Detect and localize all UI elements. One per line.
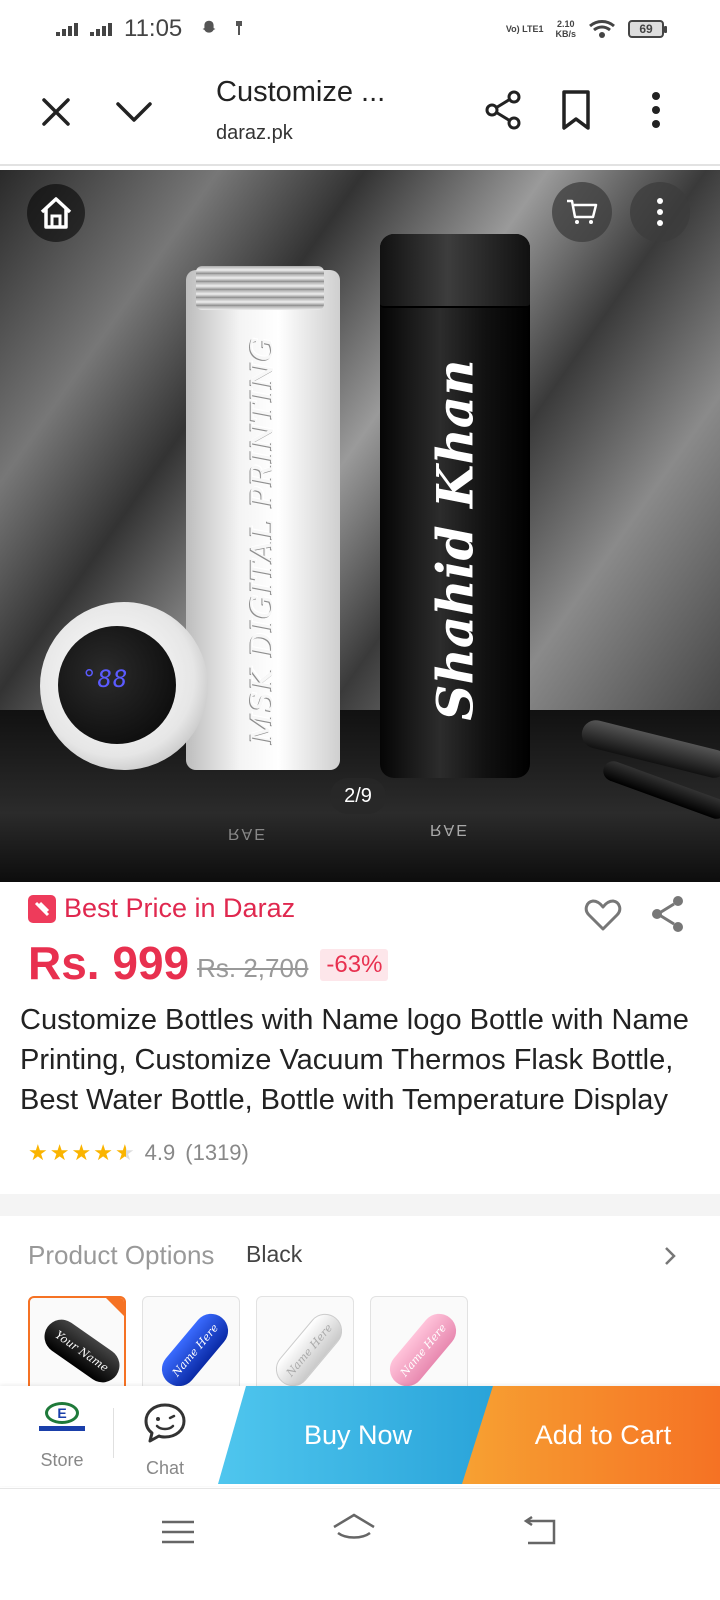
variant-bottle-image: Your Name — [37, 1312, 124, 1390]
store-logo-bar — [39, 1425, 85, 1431]
rating-value: 4.9 — [144, 1140, 176, 1165]
speed-unit: KB/s — [555, 29, 576, 39]
cart-icon — [567, 199, 598, 224]
home-icon — [40, 197, 72, 229]
speed-value: 2.10 — [556, 19, 575, 29]
white-bottle-rim — [196, 266, 324, 310]
back-icon[interactable] — [520, 1515, 558, 1547]
black-bottle-cap — [380, 234, 530, 308]
snapchat-icon — [202, 20, 216, 33]
system-nav-bar — [0, 1488, 720, 1600]
data-speed: 2.10 KB/s — [555, 19, 576, 39]
star-icon: ★ — [28, 1140, 48, 1165]
price-tag-icon — [28, 894, 56, 923]
lid-temperature-readout: °88 — [82, 665, 129, 693]
more-vertical-icon — [657, 198, 663, 226]
chevron-down-icon[interactable] — [112, 90, 156, 134]
best-price-badge: Best Price in Daraz — [28, 893, 295, 924]
selected-corner-marker — [106, 1298, 124, 1316]
close-icon[interactable] — [34, 90, 78, 134]
rating-row[interactable]: ★ ★ ★ ★ ★ 4.9 (1319) — [28, 1140, 249, 1166]
bookmark-icon[interactable] — [556, 88, 596, 132]
variant-thumbnails: Your Name Name Here Name Here Name Here — [28, 1296, 468, 1394]
cart-button[interactable] — [552, 182, 612, 242]
home-nav-icon[interactable] — [330, 1511, 378, 1547]
current-price: Rs. 999 — [28, 937, 190, 989]
action-separator — [113, 1408, 114, 1458]
rating-count: (1319) — [185, 1140, 249, 1165]
share-icon[interactable] — [648, 894, 688, 934]
signal-icon-2 — [90, 22, 112, 36]
best-price-label: Best Price in Daraz — [64, 893, 296, 923]
star-icon: ★ — [71, 1140, 92, 1165]
variant-thumb-white[interactable]: Name Here — [256, 1296, 354, 1394]
usb-icon — [236, 21, 243, 35]
home-button[interactable] — [27, 184, 85, 242]
add-to-cart-button[interactable]: Add to Cart — [462, 1386, 720, 1484]
reflection-text-2: RAE — [228, 825, 267, 842]
browser-header: Customize ... daraz.pk — [0, 58, 720, 166]
original-price: Rs. 2,700 — [197, 952, 309, 983]
variant-bottle-image: Name Here — [268, 1306, 350, 1393]
price-row: Rs. 999 Rs. 2,700 -63% — [28, 936, 389, 990]
variant-thumb-black[interactable]: Your Name — [28, 1296, 126, 1394]
variant-thumb-blue[interactable]: Name Here — [142, 1296, 240, 1394]
bottom-action-bar: E Store Chat Buy Now Add to Cart — [0, 1386, 720, 1486]
more-vertical-icon[interactable] — [646, 88, 666, 132]
image-counter: 2/9 — [330, 778, 386, 814]
discount-badge: -63% — [320, 949, 389, 981]
star-icon: ★ — [49, 1140, 70, 1165]
chat-button[interactable]: Chat — [130, 1402, 200, 1482]
white-bottle-engraving: MSK DIGITAL PRINTING — [245, 336, 281, 744]
chat-label: Chat — [145, 1458, 185, 1478]
chat-icon — [144, 1403, 186, 1443]
store-button[interactable]: E Store — [18, 1398, 106, 1478]
product-title[interactable]: Customize Bottles with Name logo Bottle … — [20, 1000, 700, 1120]
store-logo-mark: E — [45, 1401, 79, 1424]
store-logo: E — [36, 1398, 88, 1434]
black-bottle-engraving: Shahid Khan — [425, 359, 485, 721]
section-divider — [0, 1194, 720, 1216]
selected-option[interactable]: Black — [246, 1241, 302, 1268]
status-bar: 11:05 Vo) LTE1 2.10 KB/s 69 — [0, 0, 720, 58]
page-title: Customize ... — [216, 76, 386, 108]
share-icon[interactable] — [482, 88, 526, 132]
chevron-right-icon[interactable] — [662, 1244, 678, 1268]
wifi-icon — [589, 20, 615, 38]
heart-icon[interactable] — [584, 898, 622, 932]
star-rating: ★ ★ ★ ★ ★ — [28, 1140, 135, 1166]
store-label: Store — [40, 1450, 84, 1470]
variant-bottle-image: Name Here — [382, 1306, 464, 1393]
star-icon: ★ — [93, 1140, 113, 1165]
variant-bottle-image: Name Here — [154, 1306, 236, 1393]
gallery-more-button[interactable] — [630, 182, 690, 242]
signal-icon — [56, 22, 78, 36]
status-time: 11:05 — [124, 15, 183, 42]
reflection-text: RAE — [430, 821, 469, 838]
half-star-icon: ★ — [114, 1140, 135, 1165]
product-options-label: Product Options — [28, 1240, 215, 1270]
volte-indicator: Vo) LTE1 — [505, 24, 544, 34]
buy-now-button[interactable]: Buy Now — [218, 1386, 498, 1484]
menu-icon[interactable] — [160, 1517, 196, 1547]
page-url: daraz.pk — [216, 122, 293, 144]
product-image-gallery[interactable]: MSK DIGITAL PRINTING Shahid Khan °88 RAE… — [0, 170, 720, 882]
battery-indicator: 69 — [628, 20, 667, 38]
variant-thumb-pink[interactable]: Name Here — [370, 1296, 468, 1394]
